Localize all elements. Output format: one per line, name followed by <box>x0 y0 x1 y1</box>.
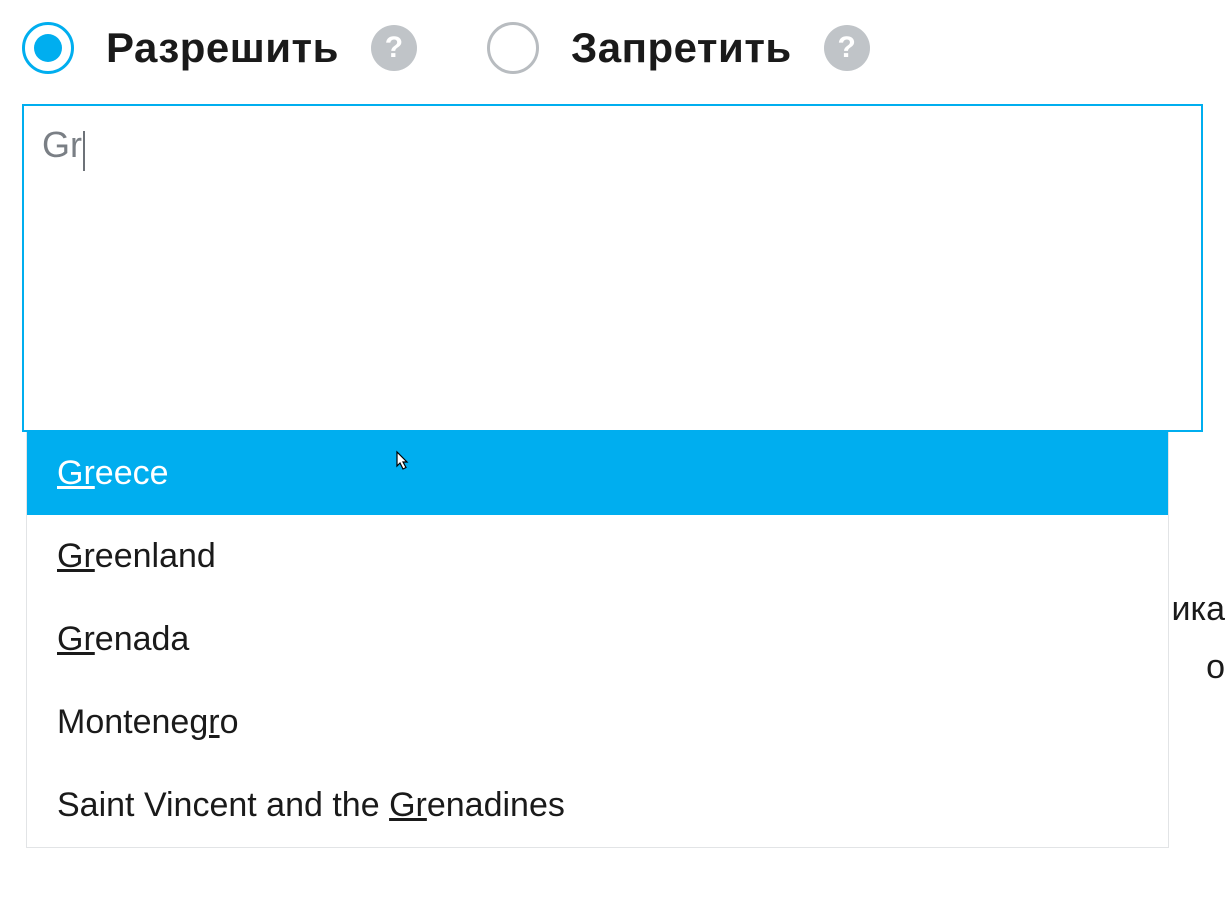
radio-dot-icon <box>34 34 62 62</box>
dropdown-item-text: Montene <box>57 703 189 741</box>
dropdown-item[interactable]: Greece <box>27 432 1168 515</box>
dropdown-item-text: Saint Vincent and the <box>57 786 389 824</box>
dropdown-item-match: Gr <box>57 620 95 658</box>
obscured-text-fragment: ика <box>1171 590 1225 629</box>
dropdown-item[interactable]: Greenland <box>27 515 1168 598</box>
text-caret-icon <box>83 131 85 171</box>
obscured-text-fragment: о <box>1206 648 1225 687</box>
radio-allow[interactable] <box>22 22 74 74</box>
permission-radio-group: Разрешить ? Запретить ? <box>22 22 1203 74</box>
radio-deny[interactable] <box>487 22 539 74</box>
dropdown-item[interactable]: Montenegro <box>27 681 1168 764</box>
dropdown-item-match: gr <box>189 703 219 741</box>
country-combobox: Gr GreeceGreenlandGrenadaMontenegroSaint… <box>22 104 1203 432</box>
dropdown-item-text: eenland <box>95 537 216 575</box>
dropdown-item-text: enada <box>95 620 190 658</box>
autocomplete-dropdown: GreeceGreenlandGrenadaMontenegroSaint Vi… <box>26 432 1169 848</box>
dropdown-item-text: o <box>220 703 239 741</box>
dropdown-item[interactable]: Grenada <box>27 598 1168 681</box>
help-icon[interactable]: ? <box>824 25 870 71</box>
dropdown-item-match: Gr <box>389 786 427 824</box>
dropdown-item-text: enadines <box>427 786 565 824</box>
radio-deny-label: Запретить <box>571 24 792 72</box>
country-search-input[interactable]: Gr <box>22 104 1203 432</box>
help-icon[interactable]: ? <box>371 25 417 71</box>
dropdown-item-match: Gr <box>57 454 95 492</box>
dropdown-item[interactable]: Saint Vincent and the Grenadines <box>27 764 1168 847</box>
radio-option-allow: Разрешить ? <box>22 22 417 74</box>
dropdown-item-match: Gr <box>57 537 95 575</box>
radio-option-deny: Запретить ? <box>487 22 870 74</box>
dropdown-item-text: eece <box>95 454 169 492</box>
radio-allow-label: Разрешить <box>106 24 339 72</box>
search-query-text: Gr <box>42 124 82 166</box>
